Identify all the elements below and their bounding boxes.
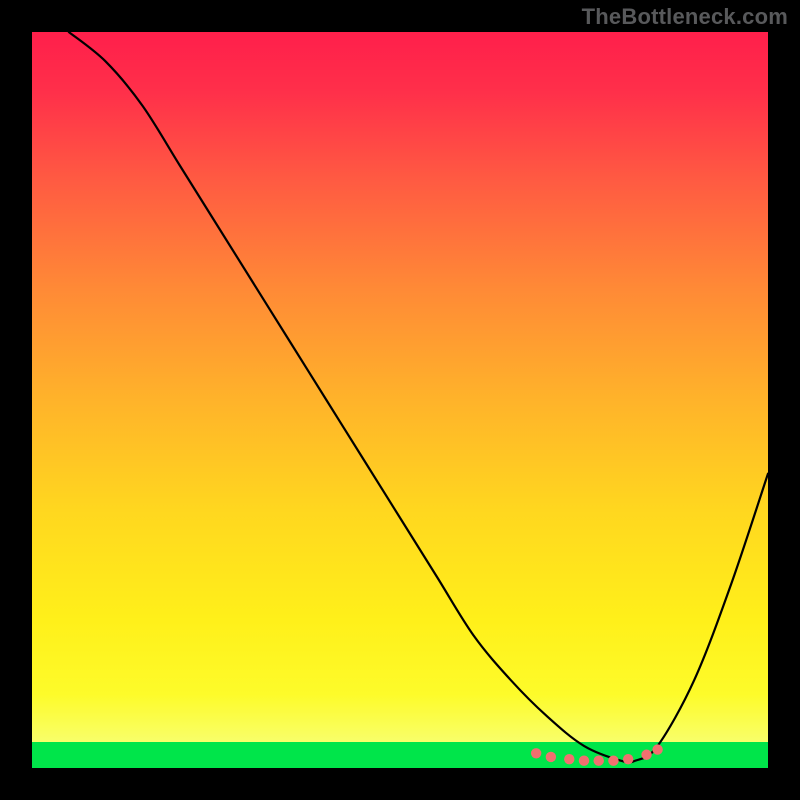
watermark-text: TheBottleneck.com [582,4,788,30]
dot-point [531,748,541,758]
dot-point [641,750,651,760]
dot-point [608,755,618,765]
dot-point [564,754,574,764]
gradient-background [32,32,768,768]
dot-point [594,755,604,765]
plot-area [32,32,768,768]
dot-point [652,744,662,754]
dot-point [546,752,556,762]
dot-point [579,755,589,765]
chart-frame: TheBottleneck.com [0,0,800,800]
chart-svg [32,32,768,768]
dot-point [623,754,633,764]
